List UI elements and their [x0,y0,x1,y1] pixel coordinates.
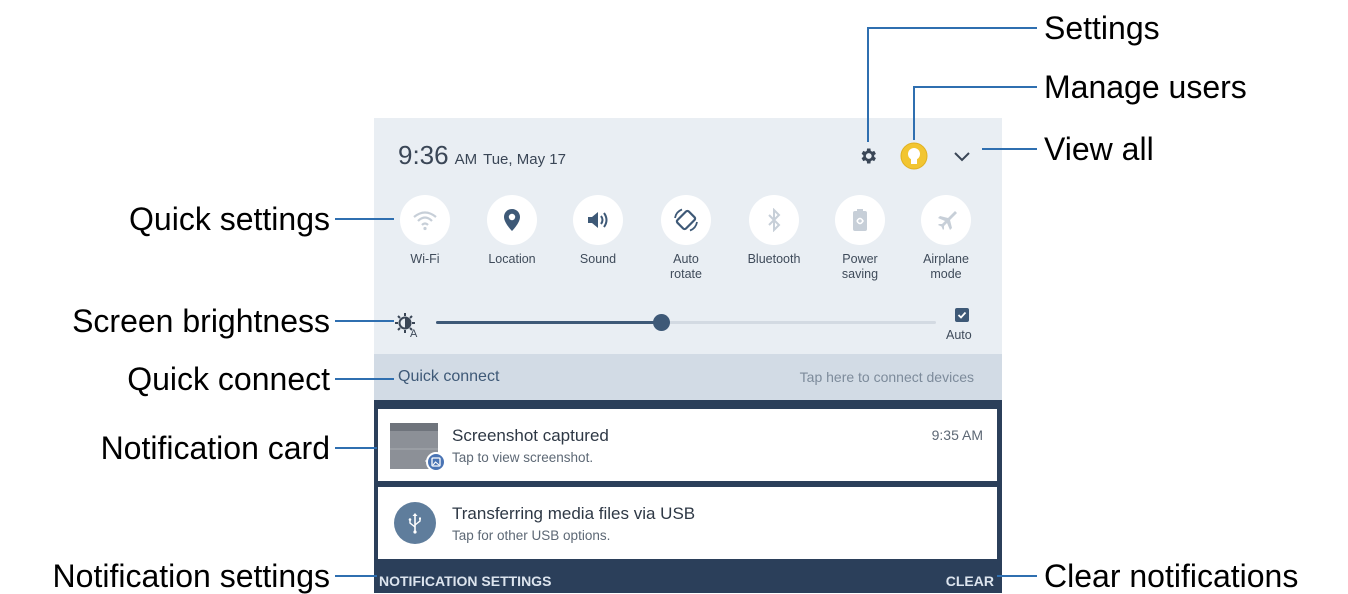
power-saving-label-line2: saving [841,267,879,281]
notification-title: Transferring media files via USB [452,504,696,523]
chevron-down-icon [954,152,970,162]
power-saving-label: Power saving [820,252,900,282]
clock-ampm: AM [454,151,478,168]
notification-settings-leader [335,575,377,577]
quick-setting-power-saving[interactable]: Power saving [820,195,900,282]
brightness-slider-thumb[interactable] [653,314,670,331]
notification-subtitle: Tap to view screenshot. [452,450,594,465]
screenshot-badge [426,452,446,472]
wifi-label: Wi-Fi [410,252,440,266]
auto-rotate-label: Auto rotate [646,252,726,282]
notification-card-usb[interactable]: Transferring media files via USB Tap for… [378,487,997,559]
auto-brightness-label: Auto [946,328,972,342]
sound-toggle[interactable] [573,195,623,245]
power-saving-icon [853,209,867,231]
quick-setting-wifi[interactable]: Wi-Fi [385,195,465,267]
clear-notifications-leader [997,575,1037,577]
airplane-toggle[interactable] [921,195,971,245]
callout-notification-card: Notification card [100,430,330,466]
clock-date: Tue, May 17 [483,151,566,168]
notification-settings-button[interactable]: NOTIFICATION SETTINGS [379,573,551,589]
auto-rotate-toggle[interactable] [661,195,711,245]
callout-clear-notifications: Clear notifications [1044,558,1299,594]
quick-setting-auto-rotate[interactable]: Auto rotate [646,195,726,282]
manage-users-leader-horizontal [913,86,1037,88]
auto-rotate-label-line2: rotate [670,267,702,281]
view-all-leader [982,148,1037,150]
auto-rotate-label-line1: Auto [673,252,699,266]
bluetooth-icon [768,208,781,232]
callout-screen-brightness: Screen brightness [72,303,330,339]
manage-users-leader-vertical [913,86,915,140]
airplane-icon [938,211,957,230]
location-icon [504,209,520,231]
brightness-auto-icon: A [395,313,418,338]
quick-connect-leader [335,378,394,380]
gallery-icon [431,457,441,467]
power-saving-toggle[interactable] [835,195,885,245]
auto-brightness-checkbox[interactable] [955,308,969,322]
status-time-date: 9:36 AM Tue, May 17 [398,140,566,176]
callout-quick-settings: Quick settings [129,201,330,237]
sound-label: Sound [579,252,617,266]
quick-settings-leader [335,218,394,220]
power-saving-label-line1: Power [842,252,878,266]
callout-settings: Settings [1044,10,1160,46]
airplane-label-line2: mode [930,267,962,281]
location-toggle[interactable] [487,195,537,245]
quick-setting-location[interactable]: Location [472,195,552,267]
sound-icon [588,212,608,228]
location-label: Location [488,252,536,266]
quick-connect-hint: Tap here to connect devices [799,369,974,385]
screen-brightness-leader [335,320,394,322]
checkmark-icon [957,311,967,319]
bluetooth-label: Bluetooth [747,252,801,266]
clear-button[interactable]: CLEAR [946,573,994,589]
manage-users-button[interactable] [900,142,928,170]
usb-icon [408,513,421,534]
callout-view-all: View all [1044,131,1154,167]
notification-card-leader [335,447,377,449]
quick-setting-airplane[interactable]: Airplane mode [906,195,986,282]
quick-setting-sound[interactable]: Sound [558,195,638,267]
clock-time: 9:36 [398,140,449,170]
svg-text:A: A [410,328,418,338]
settings-gear-button[interactable] [854,142,882,170]
callout-notification-settings: Notification settings [52,558,330,594]
notification-bottom-bar: NOTIFICATION SETTINGS CLEAR [374,567,1002,593]
wifi-toggle[interactable] [400,195,450,245]
airplane-label-line1: Airplane [923,252,969,266]
panel-header-area: 9:36 AM Tue, May 17 Wi-Fi Location Sound… [374,118,1002,400]
brightness-slider[interactable] [436,314,936,331]
wifi-icon [413,211,437,231]
notification-card-screenshot[interactable]: Screenshot captured Tap to view screensh… [378,409,997,481]
gear-icon [861,148,876,164]
view-all-button[interactable] [948,142,976,170]
user-avatar-icon [900,142,928,170]
airplane-label: Airplane mode [906,252,986,282]
quick-connect-title: Quick connect [398,368,500,385]
callout-manage-users: Manage users [1044,69,1247,105]
notification-title: Screenshot captured [452,426,609,445]
settings-leader-horizontal [867,27,1037,29]
quick-setting-bluetooth[interactable]: Bluetooth [734,195,814,267]
auto-rotate-icon [674,208,698,232]
callout-quick-connect: Quick connect [127,361,330,397]
notification-time: 9:35 AM [931,427,983,443]
usb-badge [394,502,436,544]
notification-panel: 9:36 AM Tue, May 17 Wi-Fi Location Sound… [374,118,1002,593]
bluetooth-toggle[interactable] [749,195,799,245]
brightness-slider-fill [436,321,661,324]
notification-subtitle: Tap for other USB options. [452,528,611,543]
quick-connect-bar[interactable]: Quick connect Tap here to connect device… [374,354,1002,400]
settings-leader-vertical [867,27,869,142]
